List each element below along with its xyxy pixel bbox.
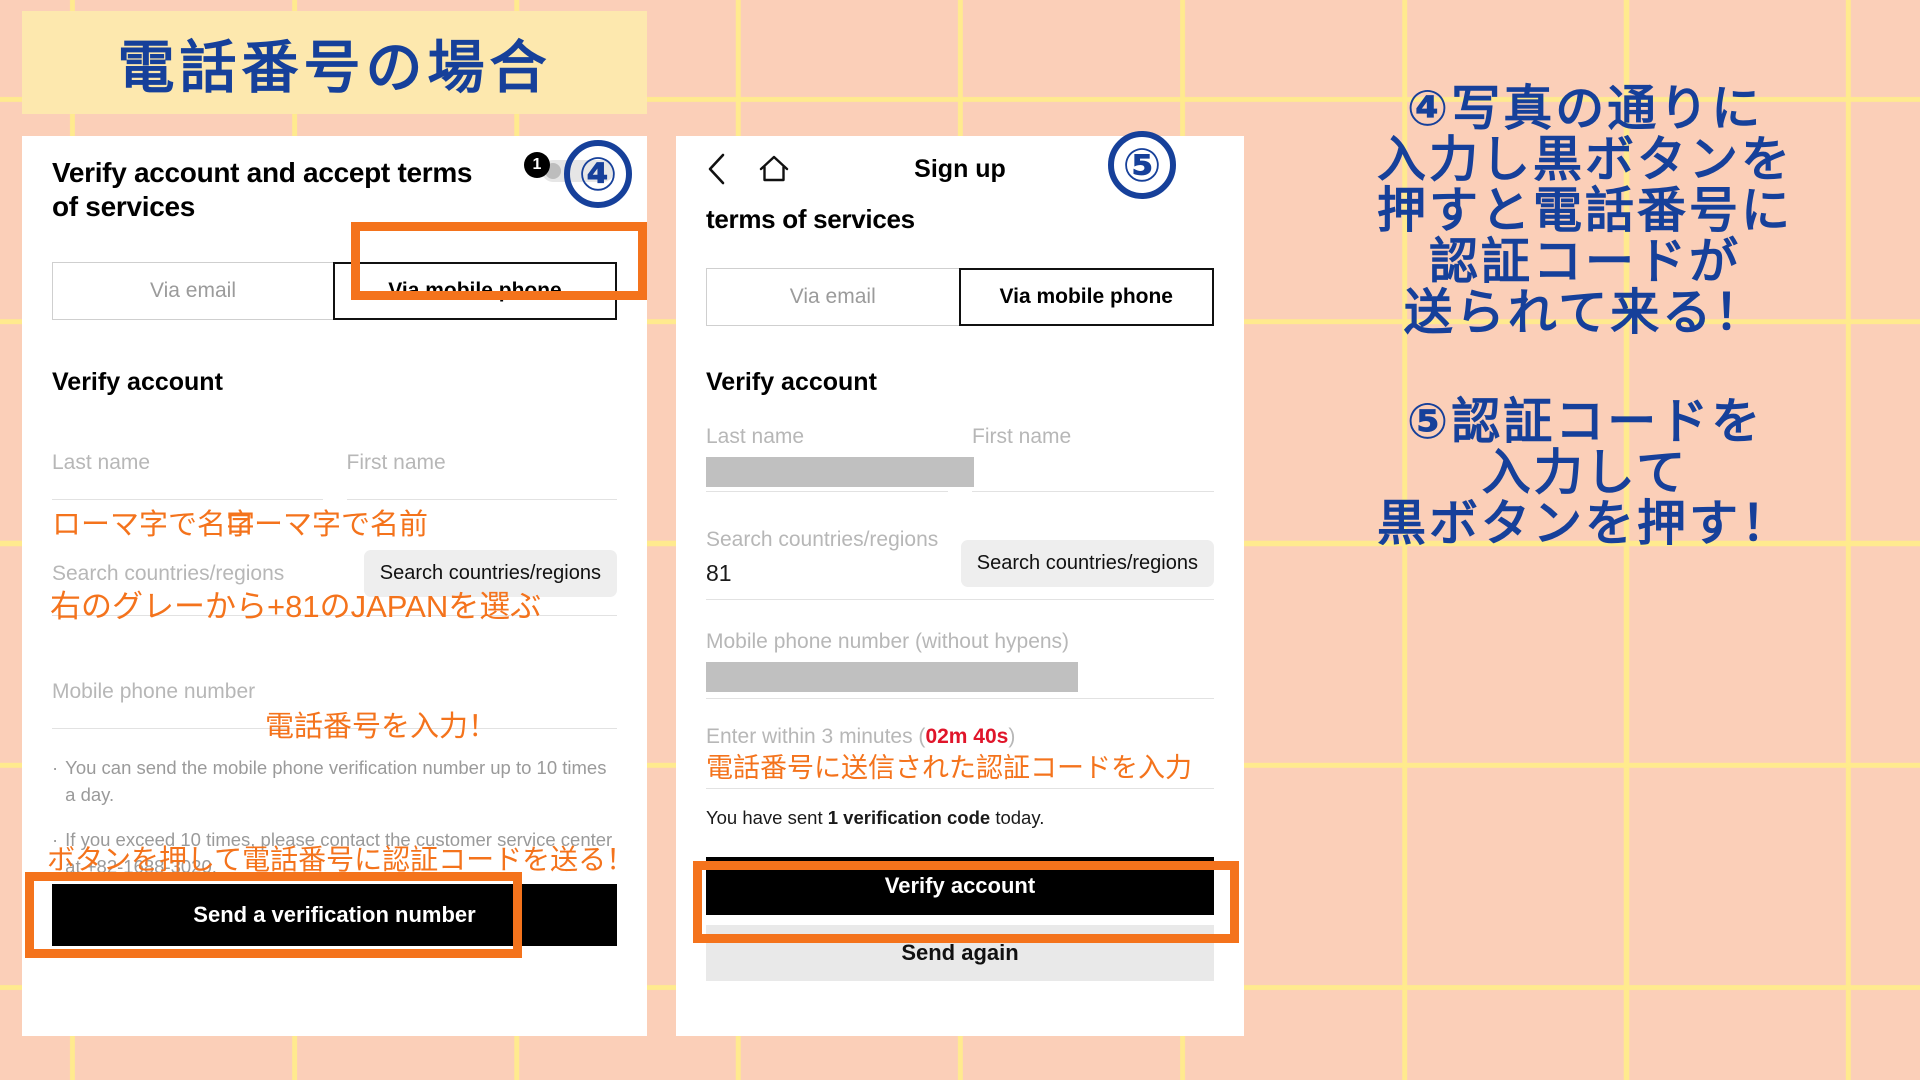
- instruction-line: 認証コードが: [1428, 234, 1741, 289]
- sent-code-note: You have sent 1 verification code today.: [706, 807, 1214, 829]
- last-name-label: Last name: [706, 424, 805, 448]
- tab-via-mobile-phone[interactable]: Via mobile phone: [333, 262, 617, 321]
- bullet-text: You can send the mobile phone verificati…: [65, 757, 607, 806]
- code-timer-prefix: Enter within 3 minutes (: [706, 724, 926, 748]
- country-field[interactable]: Search countries/regions 81 Search count…: [706, 528, 1214, 587]
- panel4-section-title: Verify account: [52, 368, 223, 397]
- verify-account-button[interactable]: Verify account: [706, 856, 1214, 915]
- first-name-underline: [972, 490, 1214, 492]
- instruction-line: 押すと電話番号に: [1376, 183, 1793, 238]
- bullet-item: · You can send the mobile phone verifica…: [52, 755, 617, 809]
- last-name-field[interactable]: Last name: [52, 451, 323, 501]
- panel5-headline: terms of services: [706, 204, 915, 234]
- code-timer-label: Enter within 3 minutes (02m 40s): [706, 725, 1214, 749]
- title-banner: 電話番号の場合: [22, 11, 647, 114]
- annotation-first-name: ローマ字で名前: [225, 509, 429, 541]
- instruction-block-step4: ④写真の通りに 入力し黒ボタンを 押すと電話番号に 認証コードが 送られて来る！: [1262, 84, 1908, 339]
- annotation-code: 電話番号に送信された認証コードを入力: [706, 752, 1192, 783]
- country-underline: [706, 598, 1214, 600]
- step-badge-4: ④: [564, 140, 632, 208]
- instruction-line: ④写真の通りに: [1406, 82, 1764, 136]
- annotation-country: 右のグレーから+81のJAPANを選ぶ: [50, 589, 542, 624]
- instruction-line: 黒ボタンを押す！: [1376, 496, 1793, 551]
- annotation-send-button: ボタンを押して電話番号に認証コードを送る！: [47, 844, 635, 875]
- last-name-underline: [52, 499, 323, 501]
- first-name-label: First name: [346, 451, 446, 475]
- screenshot-panel-step5: Sign up ⑤ terms of services Via email Vi…: [676, 131, 1244, 1036]
- instruction-line: 送られて来る！: [1403, 285, 1767, 340]
- search-countries-chip[interactable]: Search countries/regions: [960, 539, 1214, 587]
- send-verification-number-button[interactable]: Send a verification number: [52, 884, 617, 946]
- first-name-field[interactable]: First name: [346, 451, 617, 501]
- page-title: 電話番号の場合: [117, 35, 552, 100]
- first-name-underline: [346, 499, 617, 501]
- instruction-line: 入力して: [1481, 445, 1689, 500]
- screenshot-panel-step4: Verify account and accept terms of servi…: [22, 136, 647, 1036]
- instructions-column: ④写真の通りに 入力し黒ボタンを 押すと電話番号に 認証コードが 送られて来る！…: [1262, 84, 1908, 550]
- country-label: Search countries/regions: [52, 561, 285, 585]
- phone-field[interactable]: Mobile phone number (without hypens): [706, 630, 1214, 699]
- instruction-block-step5: ⑤認証コードを 入力して 黒ボタンを押す！: [1262, 394, 1908, 551]
- phone-underline: [706, 697, 1214, 699]
- sent-note-count: 1 verification code: [827, 806, 991, 828]
- annotation-phone: 電話番号を入力！: [265, 711, 498, 743]
- last-name-underline: [706, 490, 948, 492]
- send-again-button[interactable]: Send again: [706, 924, 1214, 981]
- instruction-line: ⑤認証コードを: [1406, 394, 1764, 449]
- notification-badge: 1: [524, 152, 550, 178]
- step-badge-5: ⑤: [1108, 131, 1176, 199]
- countdown-timer: 02m 40s: [925, 724, 1009, 748]
- code-underline: [706, 787, 1214, 789]
- code-timer-suffix: ): [1008, 724, 1016, 748]
- first-name-label: First name: [972, 424, 1072, 448]
- panel5-section-title: Verify account: [706, 367, 877, 396]
- country-value: 81: [706, 559, 732, 586]
- poster-canvas: 電話番号の場合 Verify account and accept terms …: [0, 0, 1920, 1080]
- last-name-field[interactable]: Last name: [706, 425, 948, 449]
- panel4-headline: Verify account and accept terms of servi…: [52, 157, 473, 223]
- panel5-method-tabs[interactable]: Via email Via mobile phone: [706, 267, 1214, 326]
- sent-note-before: You have sent: [706, 806, 828, 828]
- instruction-line: 入力し黒ボタンを: [1376, 132, 1793, 187]
- country-label: Search countries/regions: [706, 527, 939, 551]
- tab-via-email[interactable]: Via email: [52, 262, 334, 321]
- tab-via-email[interactable]: Via email: [706, 267, 960, 326]
- tab-via-mobile-phone[interactable]: Via mobile phone: [958, 267, 1214, 326]
- first-name-field[interactable]: First name: [972, 425, 1214, 449]
- phone-label: Mobile phone number (without hypens): [706, 629, 1070, 653]
- name-redaction-bar: [706, 456, 974, 487]
- phone-redaction-bar: [706, 661, 1078, 692]
- panel4-method-tabs[interactable]: Via email Via mobile phone: [52, 262, 617, 321]
- sent-note-after: today.: [990, 806, 1045, 828]
- phone-label: Mobile phone number: [52, 680, 256, 704]
- bullet-dot-icon: ·: [52, 757, 59, 779]
- last-name-label: Last name: [52, 451, 151, 475]
